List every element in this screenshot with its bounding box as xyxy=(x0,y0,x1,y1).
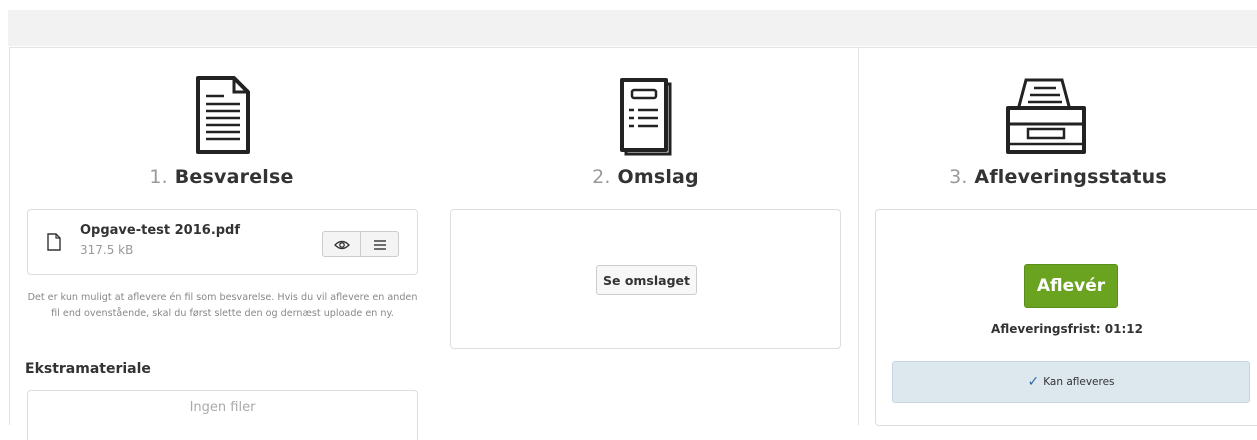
file-size: 317.5 kB xyxy=(80,243,134,257)
step-number: 2. xyxy=(592,166,611,188)
single-file-note: Det er kun muligt at aflevere én fil som… xyxy=(27,292,418,319)
menu-button[interactable] xyxy=(360,232,398,256)
no-files-text: Ingen filer xyxy=(189,400,256,415)
submission-status-box: Aflevér Afleveringsfrist: 01:12 ✓ Kan af… xyxy=(875,209,1257,426)
step-label: Afleveringsstatus xyxy=(974,166,1167,188)
deadline-text: Afleveringsfrist: 01:12 xyxy=(991,322,1143,336)
document-icon xyxy=(190,74,254,160)
file-icon xyxy=(47,233,61,255)
status-badge-label: Kan afleveres xyxy=(1043,376,1115,388)
filing-tray-icon xyxy=(1000,74,1094,160)
status-badge: ✓ Kan afleveres xyxy=(892,361,1250,403)
submit-button[interactable]: Aflevér xyxy=(1024,264,1118,308)
step-title-answer: 1. Besvarelse xyxy=(10,166,433,188)
preview-button[interactable] xyxy=(323,232,360,256)
top-bar xyxy=(8,10,1257,46)
uploaded-file: Opgave-test 2016.pdf 317.5 kB xyxy=(27,209,418,275)
step-number: 1. xyxy=(149,166,168,188)
answer-panel: 1. Besvarelse Opgave-test 2016.pdf 317.5… xyxy=(9,47,434,440)
cover-panel: 2. Omslag Se omslaget xyxy=(433,47,859,425)
step-title-cover: 2. Omslag xyxy=(433,166,858,188)
checkmark-icon: ✓ xyxy=(1027,374,1040,390)
step-number: 3. xyxy=(949,166,968,188)
step-label: Omslag xyxy=(617,166,699,188)
step-title-status: 3. Afleveringsstatus xyxy=(859,166,1257,188)
file-actions xyxy=(322,231,399,257)
view-cover-button[interactable]: Se omslaget xyxy=(596,265,697,295)
file-name[interactable]: Opgave-test 2016.pdf xyxy=(80,223,240,238)
cover-box: Se omslaget xyxy=(450,209,841,349)
menu-icon xyxy=(373,235,386,254)
extra-material-box: Ingen filer xyxy=(27,390,418,440)
step-label: Besvarelse xyxy=(174,166,294,188)
extra-material-heading: Ekstramateriale xyxy=(25,361,151,377)
status-panel: 3. Afleveringsstatus Aflevér Afleverings… xyxy=(858,47,1257,426)
cover-icon xyxy=(618,74,674,160)
eye-icon xyxy=(333,235,350,254)
